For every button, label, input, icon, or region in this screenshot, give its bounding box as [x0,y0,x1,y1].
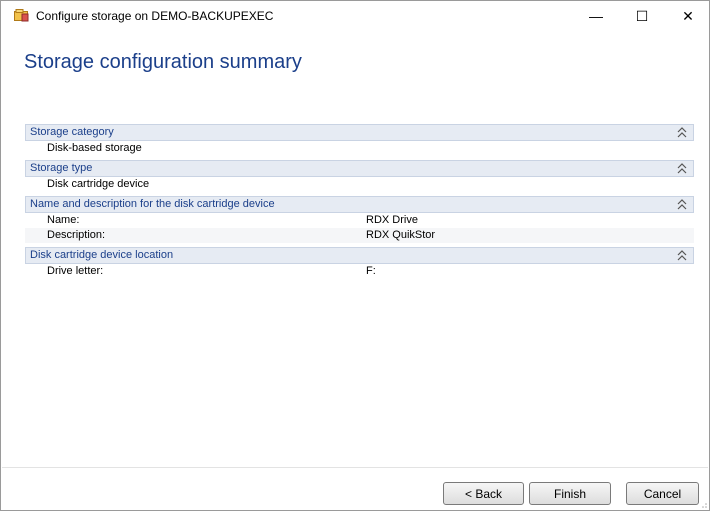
minimize-icon: — [589,8,603,24]
collapse-chevron-icon[interactable] [677,127,687,138]
footer-divider [2,467,708,468]
section-name-description: Name and description for the disk cartri… [25,196,694,243]
maximize-icon: ☐ [635,7,649,24]
summary-row: Disk cartridge device [25,177,694,192]
row-key: Disk cartridge device [47,178,150,190]
section-device-location: Disk cartridge device location Drive let… [25,247,694,279]
summary-row: Name: RDX Drive [25,213,694,228]
section-header[interactable]: Disk cartridge device location [25,247,694,264]
row-value: RDX Drive [366,214,418,226]
page-title: Storage configuration summary [24,51,302,73]
collapse-chevron-icon[interactable] [677,163,687,174]
section-title: Storage type [30,162,93,174]
collapse-chevron-icon[interactable] [677,250,687,261]
section-title: Name and description for the disk cartri… [30,198,275,210]
section-header[interactable]: Name and description for the disk cartri… [25,196,694,213]
row-value: RDX QuikStor [366,229,436,241]
cancel-button[interactable]: Cancel [626,482,699,505]
close-icon: ✕ [682,7,694,24]
row-key: Drive letter: [47,265,104,277]
back-button[interactable]: < Back [443,482,524,505]
section-storage-category: Storage category Disk-based storage [25,124,694,156]
section-title: Disk cartridge device location [30,249,174,261]
section-header[interactable]: Storage category [25,124,694,141]
collapse-chevron-icon[interactable] [677,199,687,210]
summary-panel: Storage category Disk-based storage Stor… [25,124,694,283]
row-key: Description: [47,229,106,241]
title-bar[interactable]: Configure storage on DEMO-BACKUPEXEC — ☐… [1,1,709,31]
finish-button[interactable]: Finish [529,482,611,505]
close-button[interactable]: ✕ [665,1,710,31]
minimize-button[interactable]: — [573,1,619,31]
window-title: Configure storage on DEMO-BACKUPEXEC [36,9,274,23]
summary-row: Disk-based storage [25,141,694,156]
row-key: Disk-based storage [47,142,142,154]
section-header[interactable]: Storage type [25,160,694,177]
section-storage-type: Storage type Disk cartridge device [25,160,694,192]
summary-row: Description: RDX QuikStor [25,228,694,243]
row-value: F: [366,265,376,277]
wizard-window: Configure storage on DEMO-BACKUPEXEC — ☐… [0,0,710,511]
maximize-button[interactable]: ☐ [619,1,665,31]
row-key: Name: [47,214,80,226]
storage-app-icon [14,9,29,22]
resize-grip-icon[interactable] [699,500,707,508]
summary-row: Drive letter: F: [25,264,694,279]
section-title: Storage category [30,126,114,138]
